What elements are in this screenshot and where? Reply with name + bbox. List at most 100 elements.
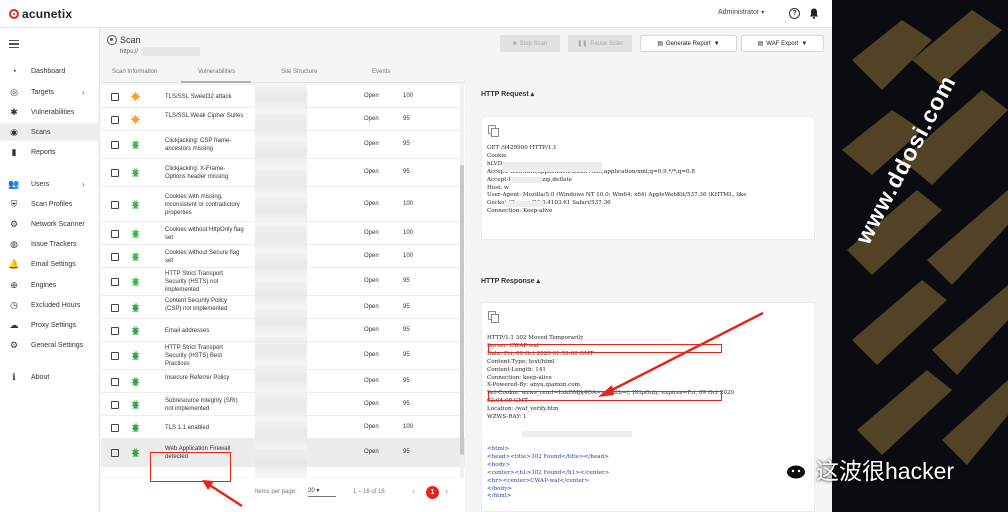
- pause-scan-label: Pause Scan: [590, 40, 623, 47]
- vulnerability-name: Insecure Referrer Policy: [165, 374, 230, 381]
- severity-info-icon: [131, 302, 140, 312]
- acunetix-logo-icon: [9, 9, 19, 19]
- vulnerability-status: Open: [364, 449, 379, 455]
- stop-scan-label: Stop Scan: [519, 40, 548, 47]
- server-header-highlight: [488, 344, 722, 353]
- sidebar-item-excluded-hours[interactable]: ◷ Excluded Hours: [0, 296, 100, 314]
- sidebar-item-label: Excluded Hours: [31, 301, 81, 309]
- row-checkbox[interactable]: [111, 400, 119, 409]
- severity-info-icon: [131, 325, 140, 335]
- vulnerability-confidence: 95: [403, 278, 410, 284]
- stop-scan-button[interactable]: ■ Stop Scan: [500, 35, 560, 52]
- row-checkbox[interactable]: [111, 423, 119, 432]
- copy-icon[interactable]: [488, 311, 499, 323]
- sidebar-item-targets[interactable]: ◎ Targets ›: [0, 83, 100, 101]
- sidebar-item-issue-trackers[interactable]: ◍ Issue Trackers: [0, 235, 100, 253]
- severity-medium-icon: [131, 114, 140, 124]
- generate-report-button[interactable]: ▤ Generate Report ▼: [640, 35, 737, 52]
- pause-icon: ❚❚: [577, 41, 588, 47]
- tab-vulnerabilities[interactable]: Vulnerabilities: [198, 69, 235, 75]
- row-checkbox[interactable]: [111, 115, 119, 124]
- row-checkbox[interactable]: [111, 278, 119, 286]
- http-request-box: GET /9429900 HTTP/1.1 Cookie hLVD_ Accept: …: [481, 116, 815, 240]
- sidebar-item-proxy-settings[interactable]: ☁ Proxy Settings: [0, 316, 100, 334]
- sidebar-item-about[interactable]: ℹ About: [0, 368, 100, 386]
- scrollbar-thumb[interactable]: [460, 165, 464, 455]
- brand-name: acunetix: [22, 7, 73, 21]
- sidebar-item-scans[interactable]: ◉ Scans: [0, 123, 100, 141]
- sidebar-item-scan-profiles[interactable]: ⛨ Scan Profiles: [0, 195, 100, 213]
- severity-info-icon: [131, 399, 140, 409]
- vulnerability-confidence: 100: [403, 423, 414, 430]
- redacted-ray: [522, 431, 632, 437]
- vulnerability-name: Content Security Policy (CSP) not implem…: [165, 298, 228, 312]
- page-size-select[interactable]: 20 ▾: [308, 487, 336, 497]
- tab-site-structure[interactable]: Site Structure: [281, 69, 317, 75]
- table-scrollbar[interactable]: [460, 85, 464, 477]
- vulnerability-status: Open: [364, 423, 379, 430]
- sidebar-item-dashboard[interactable]: ◔ Dashboard: [0, 62, 100, 80]
- notifications-icon[interactable]: [809, 8, 819, 19]
- dashboard-icon: ◔: [11, 66, 17, 76]
- acunetix-logo[interactable]: acunetix: [9, 7, 72, 21]
- waf-export-button[interactable]: ▤ WAF Export ▼: [741, 35, 824, 52]
- scan-target-url: https://: [120, 49, 139, 55]
- tab-events[interactable]: Events: [372, 69, 390, 75]
- sidebar-item-engines[interactable]: ⊕ Engines: [0, 276, 100, 294]
- acunetix-app: acunetix Administrator ▾ ? ◔ Dashboard ◎ Ta…: [0, 0, 832, 512]
- sidebar-item-network-scanner[interactable]: ⚙ Network Scanner: [0, 215, 100, 233]
- sidebar-item-vulnerabilities[interactable]: ✱ Vulnerabilities: [0, 103, 100, 121]
- next-page-icon[interactable]: ›: [445, 486, 448, 496]
- chevron-down-icon: ▾: [761, 10, 765, 16]
- user-menu[interactable]: Administrator ▾: [718, 9, 764, 16]
- http-request-heading[interactable]: HTTP Request ▴: [481, 90, 534, 98]
- vulnerability-confidence: 95: [403, 169, 410, 175]
- current-page-button[interactable]: 1: [426, 486, 439, 499]
- row-checkbox[interactable]: [111, 352, 119, 360]
- row-checkbox[interactable]: [111, 252, 119, 261]
- vulnerability-name: HTTP Strict Transport Security (HSTS) Be…: [165, 345, 223, 367]
- sidebar-item-label: General Settings: [31, 341, 84, 349]
- chevron-down-icon: ▼: [713, 40, 720, 47]
- row-checkbox[interactable]: [111, 303, 119, 312]
- row-checkbox[interactable]: [111, 141, 119, 149]
- severity-low-icon: [131, 168, 140, 177]
- vulnerability-name: Cookies without HttpOnly flag set: [165, 226, 244, 241]
- sidebar-item-reports[interactable]: ▮ Reports: [0, 143, 100, 161]
- row-checkbox[interactable]: [111, 377, 119, 386]
- vulnerability-name: Clickjacking: X-Frame-Options header mis…: [165, 166, 229, 180]
- code-line: <center><h1>302 Found</h1></center>: [487, 469, 610, 476]
- vulnerability-status: Open: [364, 400, 379, 407]
- vulnerability-confidence: 95: [403, 326, 410, 333]
- sidebar-item-general-settings[interactable]: ⚙ General Settings: [0, 336, 100, 354]
- row-checkbox[interactable]: [111, 92, 119, 101]
- row-checkbox[interactable]: [111, 449, 119, 457]
- sidebar-item-label: Network Scanner: [31, 220, 85, 228]
- vulnerability-confidence: 100: [403, 252, 414, 259]
- help-icon[interactable]: ?: [789, 8, 800, 19]
- sidebar-item-label: Targets: [31, 88, 54, 96]
- row-checkbox[interactable]: [111, 326, 119, 335]
- code-line: Location: /waf_verify.htm: [487, 406, 559, 413]
- row-checkbox[interactable]: [111, 169, 119, 177]
- shield-icon: ⛨: [10, 198, 18, 209]
- vulnerability-status: Open: [364, 377, 379, 384]
- vulnerability-detail-panel: HTTP Request ▴ GET /9429900 HTTP/1.1 Cook…: [469, 85, 828, 512]
- row-checkbox[interactable]: [111, 200, 119, 209]
- http-response-heading[interactable]: HTTP Response ▴: [481, 277, 540, 285]
- code-line: Content-Length: 141: [487, 366, 546, 373]
- redacted-host: [504, 201, 544, 207]
- sidebar: ◔ Dashboard ◎ Targets › ✱ Vulnerabilities ◉ Scan…: [0, 28, 100, 512]
- vulnerability-status: Open: [364, 252, 379, 259]
- vulnerability-status: Open: [364, 229, 379, 236]
- tab-scan-information[interactable]: Scan Information: [112, 69, 157, 75]
- copy-icon[interactable]: [488, 125, 499, 137]
- row-checkbox[interactable]: [111, 229, 119, 238]
- clock-icon: ◷: [10, 299, 18, 310]
- menu-icon[interactable]: [9, 40, 19, 48]
- pause-scan-button[interactable]: ❚❚ Pause Scan: [568, 35, 632, 52]
- sidebar-item-users[interactable]: 👥 Users ›: [0, 175, 100, 193]
- previous-page-icon[interactable]: ‹: [412, 486, 415, 496]
- code-line: </html>: [487, 493, 512, 500]
- sidebar-item-email-settings[interactable]: 🔔 Email Settings: [0, 255, 100, 273]
